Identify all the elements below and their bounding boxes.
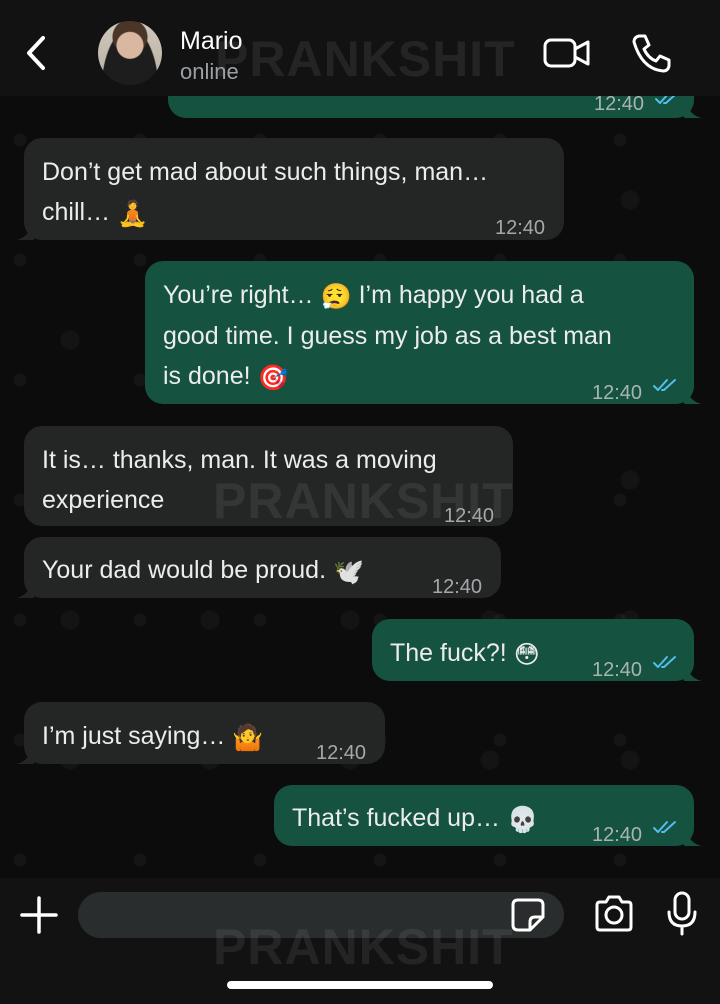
- read-ticks-icon: [653, 656, 676, 668]
- bubble-tail: [16, 222, 34, 240]
- message-time: 12:40: [592, 382, 643, 404]
- message-bubble-incoming[interactable]: Don’t get mad about such things, man… ch…: [16, 138, 564, 240]
- message-text-line: That’s fucked up… 💀: [292, 804, 539, 834]
- voice-call-button[interactable]: [630, 32, 672, 74]
- bubble-tail: [684, 386, 702, 404]
- message-bubble-outgoing[interactable]: The fuck?! 😳 12:40: [372, 619, 702, 681]
- read-ticks-icon: [653, 821, 676, 833]
- meditation-emoji-icon: 🧘: [117, 200, 149, 228]
- message-text-line: chill… 🧘: [42, 198, 149, 228]
- message-text-line: Don’t get mad about such things, man…: [42, 158, 489, 186]
- bubble-tail: [16, 746, 34, 764]
- phone-icon: [632, 34, 671, 73]
- bubble-tail: [684, 663, 702, 681]
- message-bubble-incoming[interactable]: Your dad would be proud. 🕊️ 12:40: [16, 537, 501, 598]
- bubble-tail: [16, 580, 34, 598]
- skull-emoji-icon: 💀: [506, 806, 539, 834]
- message-bubble-incoming[interactable]: I’m just saying… 🤷 12:40: [16, 702, 385, 764]
- message-time: 12:40: [592, 824, 643, 846]
- camera-button[interactable]: [592, 892, 636, 936]
- microphone-icon: [667, 891, 697, 936]
- watermark-text: PRANKSHIT: [213, 919, 514, 975]
- message-time: 12:40: [592, 659, 643, 681]
- plus-icon: [20, 896, 58, 934]
- chevron-left-icon: [27, 36, 45, 70]
- sticker-icon: [511, 898, 545, 932]
- message-time: 12:40: [495, 217, 546, 239]
- watermark-text: PRANKSHIT: [213, 473, 514, 529]
- message-text-line: is done! 🎯: [163, 362, 289, 392]
- video-call-button[interactable]: [542, 34, 592, 72]
- back-button[interactable]: [18, 30, 54, 76]
- message-time: 12:40: [432, 576, 483, 598]
- video-camera-icon: [543, 38, 590, 68]
- target-emoji-icon: 🎯: [257, 364, 289, 392]
- exhale-face-emoji-icon: 😮‍💨: [320, 283, 352, 311]
- bubble-tail: [684, 828, 702, 846]
- sticker-button[interactable]: [510, 897, 546, 933]
- message-text-line: good time. I guess my job as a best man: [163, 322, 612, 350]
- message-text-line: I’m just saying… 🤷: [42, 722, 264, 752]
- home-indicator[interactable]: [227, 981, 493, 989]
- message-text-line: The fuck?! 😳: [390, 639, 540, 669]
- message-text-line: experience: [42, 486, 165, 514]
- microphone-button[interactable]: [664, 890, 700, 938]
- contact-avatar[interactable]: [98, 21, 162, 85]
- message-text-line: You’re right… 😮‍💨 I’m happy you had a: [163, 281, 584, 311]
- message-bubble-outgoing[interactable]: That’s fucked up… 💀 12:40: [274, 785, 702, 846]
- shrug-emoji-icon: 🤷: [232, 724, 264, 752]
- bubble-tail: [684, 100, 702, 118]
- flushed-face-emoji-icon: 😳: [513, 641, 540, 669]
- message-bubble-outgoing[interactable]: You’re right… 😮‍💨 I’m happy you had a go…: [145, 261, 702, 404]
- message-time: 12:40: [316, 742, 367, 764]
- message-text-line: Your dad would be proud. 🕊️: [42, 556, 365, 586]
- camera-icon: [595, 895, 633, 932]
- dove-emoji-icon: 🕊️: [332, 558, 365, 586]
- watermark-text: PRANKSHIT: [215, 31, 516, 87]
- read-ticks-icon: [653, 379, 676, 391]
- attach-button[interactable]: [18, 894, 60, 936]
